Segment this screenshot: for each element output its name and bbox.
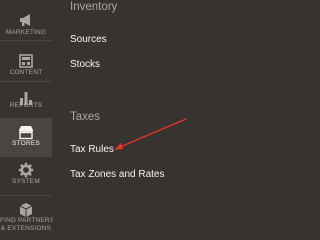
megaphone-icon (20, 14, 30, 26)
sidebar-item-content[interactable]: CONTENT (0, 41, 52, 81)
menu-link-sources[interactable]: Sources (70, 34, 107, 45)
sidebar-item-label: MARKETING (5, 29, 47, 36)
sidebar-item-label: SYSTEM (12, 178, 40, 185)
sidebar-item-label-line2: & EXTENSIONS (0, 225, 52, 232)
store-front-icon (19, 126, 33, 140)
sidebar-item-stores[interactable]: STORES (0, 119, 52, 156)
stores-submenu-panel: Inventory Sources Stocks Taxes Tax Rules… (53, 0, 216, 240)
extensions-box-icon (19, 203, 33, 217)
section-title-taxes: Taxes (70, 111, 101, 123)
sidebar-item-system[interactable]: SYSTEM (0, 157, 52, 195)
menu-link-stocks[interactable]: Stocks (70, 59, 100, 70)
menu-link-tax-zones-and-rates[interactable]: Tax Zones and Rates (70, 169, 165, 180)
sidebar-item-find-partners-extensions[interactable]: FIND PARTNERS & EXTENSIONS (0, 196, 55, 240)
sidebar-item-label: CONTENT (9, 69, 43, 76)
section-title-inventory: Inventory (70, 1, 118, 13)
gear-icon (18, 162, 34, 178)
sidebar-item-label: FIND PARTNERS (0, 217, 55, 224)
sidebar-item-marketing[interactable]: MARKETING (0, 0, 52, 40)
sidebar-item-label: STORES (12, 140, 40, 147)
menu-link-tax-rules[interactable]: Tax Rules (70, 144, 114, 155)
admin-sidebar: MARKETING CONTENT REPORTS STORES SYSTEM … (0, 0, 55, 240)
sidebar-item-reports[interactable]: REPORTS (0, 82, 52, 122)
sidebar-item-label: REPORTS (9, 102, 43, 109)
content-layout-icon (19, 54, 33, 68)
